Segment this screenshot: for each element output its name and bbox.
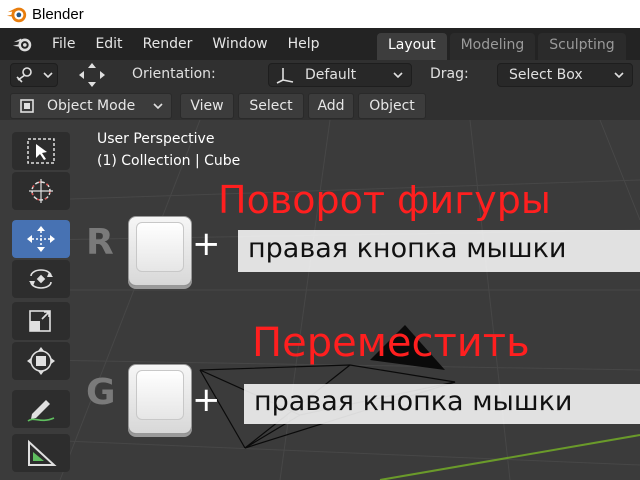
3d-viewport[interactable]: User Perspective (1) Collection | Cube: [0, 120, 640, 480]
window-title: Blender: [32, 5, 84, 23]
tool-settings-header: Orientation: Default Drag: Select Box: [0, 60, 640, 90]
menu-help[interactable]: Help: [278, 36, 330, 52]
rotate-key-icon: [128, 216, 192, 286]
view-menu-button[interactable]: View: [180, 93, 234, 119]
select-menu-button[interactable]: Select: [238, 93, 304, 119]
orientation-axes-icon: [276, 68, 294, 84]
chevron-down-icon: [153, 103, 163, 110]
menu-window[interactable]: Window: [202, 36, 277, 52]
tool-annotate[interactable]: [12, 390, 70, 428]
cursor-icon: [29, 179, 53, 203]
viewport-perspective-label: User Perspective: [97, 131, 215, 147]
tool-cursor[interactable]: [12, 172, 70, 210]
chevron-down-icon: [614, 72, 624, 79]
object-mode-label: Object Mode: [47, 98, 136, 114]
tool-select-box[interactable]: [12, 132, 70, 170]
tab-modeling[interactable]: Modeling: [449, 33, 536, 60]
tab-sculpting[interactable]: Sculpting: [538, 33, 626, 60]
chevron-down-icon: [393, 72, 403, 79]
tool-scale[interactable]: [12, 302, 70, 340]
move-key-letter: G: [86, 372, 116, 413]
object-mode-icon: [20, 99, 34, 113]
menu-file[interactable]: File: [42, 36, 85, 52]
orientation-dropdown[interactable]: Default: [268, 63, 412, 87]
move-icon: [27, 226, 55, 252]
menu-edit[interactable]: Edit: [85, 36, 132, 52]
tab-layout[interactable]: Layout: [377, 33, 447, 60]
object-menu-button[interactable]: Object: [358, 93, 426, 119]
tool-move[interactable]: [12, 220, 70, 258]
move-hint: правая кнопка мышки: [254, 386, 573, 417]
tool-measure[interactable]: [12, 434, 70, 472]
rotate-hint: правая кнопка мышки: [248, 233, 567, 264]
blender-menu-logo-icon[interactable]: [12, 33, 34, 55]
transform-icon: [27, 347, 55, 375]
viewport-grid: [39, 120, 640, 480]
drag-label: Drag:: [430, 66, 469, 82]
chevron-down-icon: [43, 72, 53, 79]
measure-ruler-icon: [28, 439, 57, 466]
window-titlebar: Blender: [0, 0, 640, 28]
rotate-title: Поворот фигуры: [218, 178, 551, 222]
workspace-tabs: Layout Modeling Sculpting: [377, 33, 629, 60]
rotate-key-letter: R: [86, 222, 114, 263]
scale-icon: [29, 310, 51, 332]
viewport-header: Object Mode View Select Add Object: [0, 90, 640, 120]
blender-logo-icon: [6, 7, 27, 23]
orientation-value: Default: [305, 67, 357, 83]
rotate-icon: [29, 269, 53, 289]
viewport-collection-label: (1) Collection | Cube: [97, 153, 241, 169]
move-transform-icon[interactable]: [78, 62, 106, 88]
select-tool-icon: [16, 67, 32, 83]
move-key-icon: [128, 364, 192, 434]
tool-rotate[interactable]: [12, 260, 70, 298]
orientation-label: Orientation:: [132, 66, 216, 82]
drag-value: Select Box: [509, 67, 583, 83]
tool-transform[interactable]: [12, 342, 70, 380]
annotate-pencil-icon: [27, 400, 55, 422]
select-box-icon: [27, 138, 55, 164]
tool-select-dropdown[interactable]: [10, 63, 58, 87]
rotate-plus: +: [192, 224, 221, 264]
drag-dropdown[interactable]: Select Box: [497, 63, 633, 87]
object-mode-dropdown[interactable]: Object Mode: [10, 93, 172, 119]
move-plus: +: [192, 380, 221, 420]
move-title: Переместить: [252, 320, 530, 366]
menu-render[interactable]: Render: [133, 36, 203, 52]
add-menu-button[interactable]: Add: [308, 93, 354, 119]
